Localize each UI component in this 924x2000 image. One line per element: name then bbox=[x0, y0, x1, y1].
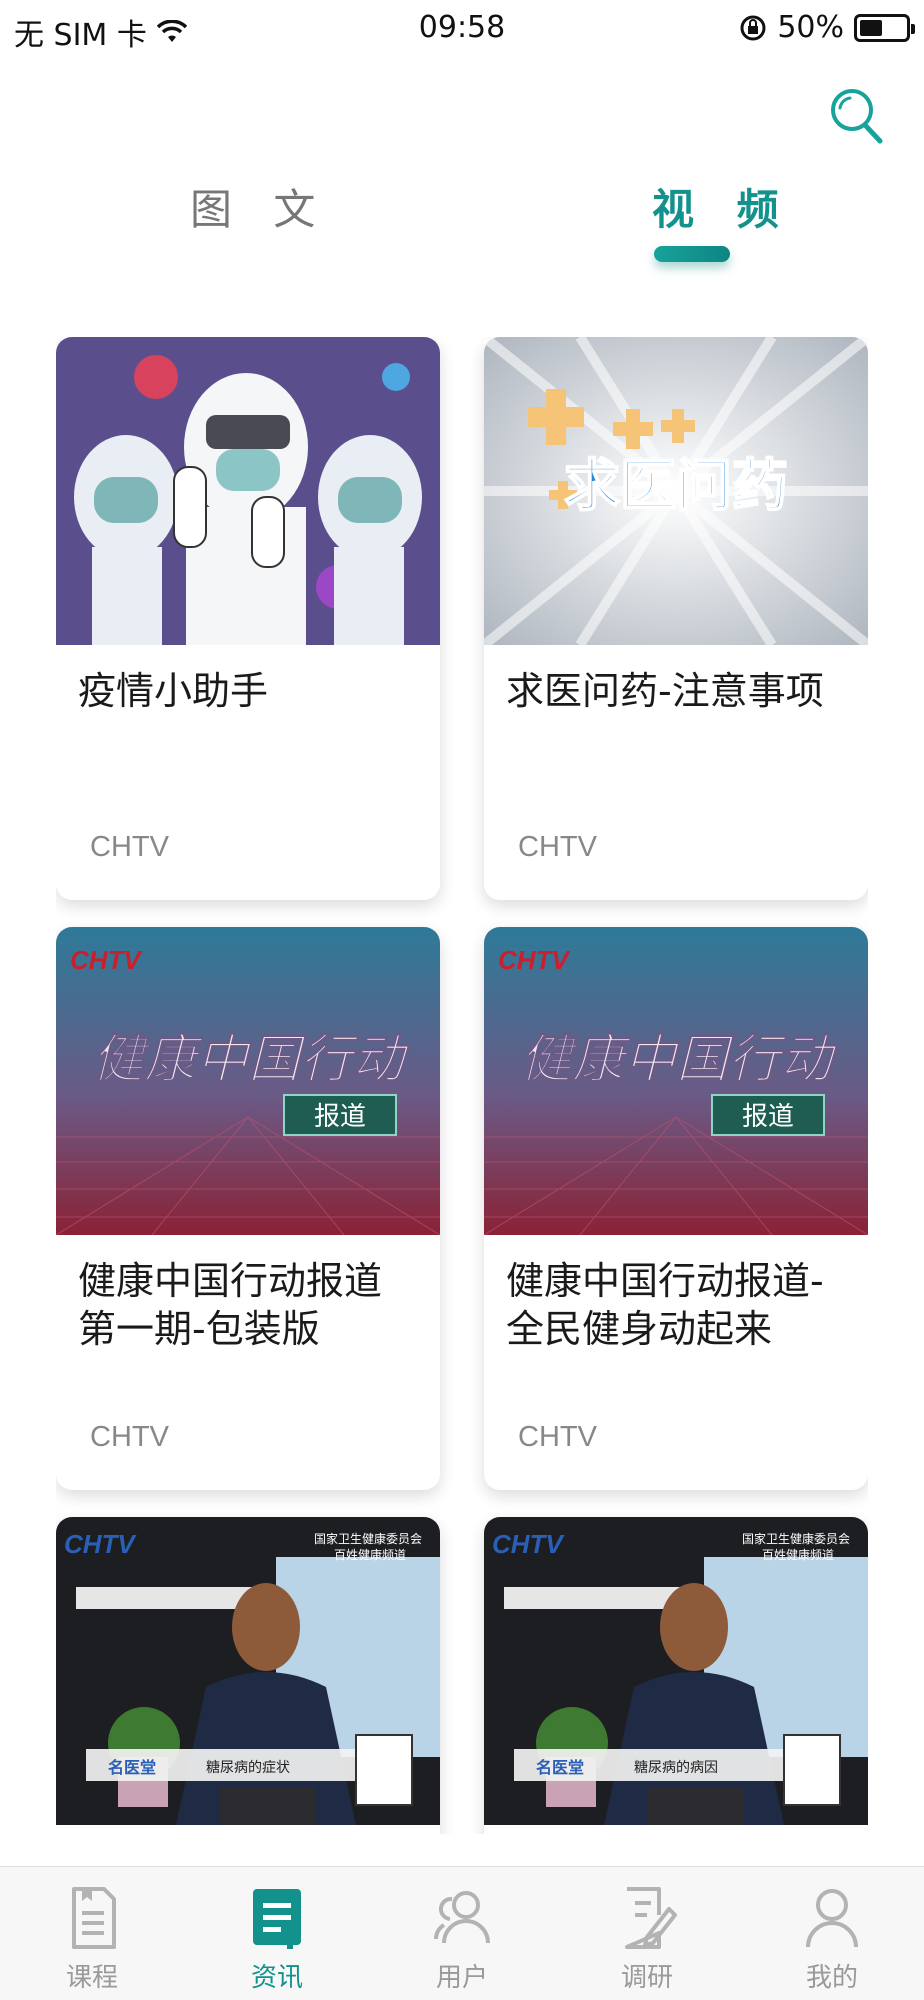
tab-videos[interactable]: 视 频 bbox=[652, 176, 793, 237]
battery-level bbox=[860, 19, 882, 36]
video-card[interactable]: CHTV 健康中国行动 报道 健康中国行动报道-全民健身动起来 CHTV bbox=[484, 927, 868, 1490]
video-thumbnail: CHTV 健康中国行动 报道 bbox=[484, 927, 868, 1235]
video-source: CHTV bbox=[518, 831, 597, 863]
thumbnail-show: 名医堂 bbox=[108, 1758, 156, 1777]
bottom-navigation: 课程 资讯 用户 调研 我的 bbox=[0, 1866, 924, 2000]
nav-item-profile[interactable]: 我的 bbox=[740, 1867, 924, 2000]
survey-icon bbox=[625, 1887, 677, 1949]
users-icon bbox=[433, 1891, 490, 1944]
news-icon bbox=[253, 1889, 301, 1949]
video-thumbnail: CHTV 国家卫生健康委员会 百姓健康频道 名医堂 糖尿病的病因 bbox=[484, 1517, 868, 1825]
active-tab-indicator bbox=[654, 246, 730, 262]
profile-icon bbox=[806, 1889, 858, 1948]
thumbnail-badge: 报道 bbox=[314, 1102, 366, 1132]
status-bar: 无 SIM 卡 09:58 50% bbox=[0, 0, 924, 58]
nav-item-news[interactable]: 资讯 bbox=[185, 1867, 369, 2000]
thumbnail-caption: 糖尿病的症状 bbox=[206, 1760, 290, 1776]
nav-label-news: 资讯 bbox=[250, 1963, 303, 1993]
video-thumbnail bbox=[56, 337, 440, 645]
nav-label-survey: 调研 bbox=[620, 1963, 673, 1993]
video-title: 健康中国行动报道-全民健身动起来 bbox=[506, 1259, 824, 1351]
thumbnail-logo: CHTV bbox=[64, 1529, 137, 1559]
video-card[interactable]: CHTV 国家卫生健康委员会 百姓健康频道 名医堂 糖尿病的症状 bbox=[56, 1517, 440, 1834]
course-icon bbox=[72, 1887, 116, 1949]
battery-icon bbox=[854, 13, 915, 42]
nav-item-course[interactable]: 课程 bbox=[0, 1867, 184, 2000]
nav-label-profile: 我的 bbox=[805, 1963, 858, 1993]
video-card[interactable]: 疫情小助手 CHTV bbox=[56, 337, 440, 900]
video-source: CHTV bbox=[90, 1421, 169, 1453]
thumbnail-title: 健康中国行动 bbox=[92, 1029, 411, 1090]
video-source: CHTV bbox=[90, 831, 169, 863]
thumbnail-logo: CHTV bbox=[70, 945, 143, 975]
video-title: 健康中国行动报道第一期-包装版 bbox=[78, 1259, 383, 1351]
rotation-lock-icon bbox=[740, 15, 766, 40]
tab-articles[interactable]: 图 文 bbox=[190, 176, 329, 237]
video-source: CHTV bbox=[518, 1421, 597, 1453]
video-thumbnail: 求医问药 bbox=[484, 337, 868, 645]
thumbnail-org2: 百姓健康频道 bbox=[762, 1547, 834, 1562]
thumbnail-org2: 百姓健康频道 bbox=[334, 1547, 406, 1562]
nav-item-users[interactable]: 用户 bbox=[370, 1867, 554, 2000]
video-thumbnail: CHTV 健康中国行动 报道 bbox=[56, 927, 440, 1235]
video-card[interactable]: CHTV 国家卫生健康委员会 百姓健康频道 名医堂 糖尿病的病因 bbox=[484, 1517, 868, 1834]
video-card[interactable]: CHTV 健康中国行动 报道 健康中国行动报道第一期-包装版 CHTV bbox=[56, 927, 440, 1490]
thumbnail-logo: 求医问药 bbox=[564, 454, 788, 519]
video-thumbnail: CHTV 国家卫生健康委员会 百姓健康频道 名医堂 糖尿病的症状 bbox=[56, 1517, 440, 1825]
status-right: 50% bbox=[739, 10, 915, 45]
content-tabs: 图 文 视 频 bbox=[0, 176, 924, 276]
search-icon bbox=[831, 89, 883, 144]
thumbnail-show: 名医堂 bbox=[536, 1758, 584, 1777]
video-title: 疫情小助手 bbox=[78, 669, 269, 713]
video-title: 求医问药-注意事项 bbox=[506, 669, 824, 713]
search-button[interactable] bbox=[828, 86, 884, 146]
video-card[interactable]: 求医问药 求医问药-注意事项 CHTV bbox=[484, 337, 868, 900]
nav-label-course: 课程 bbox=[65, 1963, 118, 1993]
nav-item-survey[interactable]: 调研 bbox=[555, 1867, 739, 2000]
thumbnail-title: 健康中国行动 bbox=[520, 1029, 839, 1090]
video-grid: 疫情小助手 CHTV 求医问药 求医问药-注意事项 CHTV CHTV 健康中国… bbox=[56, 337, 868, 1834]
nav-label-users: 用户 bbox=[435, 1963, 488, 1993]
thumbnail-org: 国家卫生健康委员会 bbox=[314, 1531, 422, 1546]
battery-percent: 50% bbox=[777, 10, 844, 45]
thumbnail-caption: 糖尿病的病因 bbox=[634, 1760, 718, 1776]
thumbnail-logo: CHTV bbox=[498, 945, 571, 975]
thumbnail-badge: 报道 bbox=[742, 1102, 794, 1132]
thumbnail-org: 国家卫生健康委员会 bbox=[742, 1531, 850, 1546]
thumbnail-logo: CHTV bbox=[492, 1529, 565, 1559]
